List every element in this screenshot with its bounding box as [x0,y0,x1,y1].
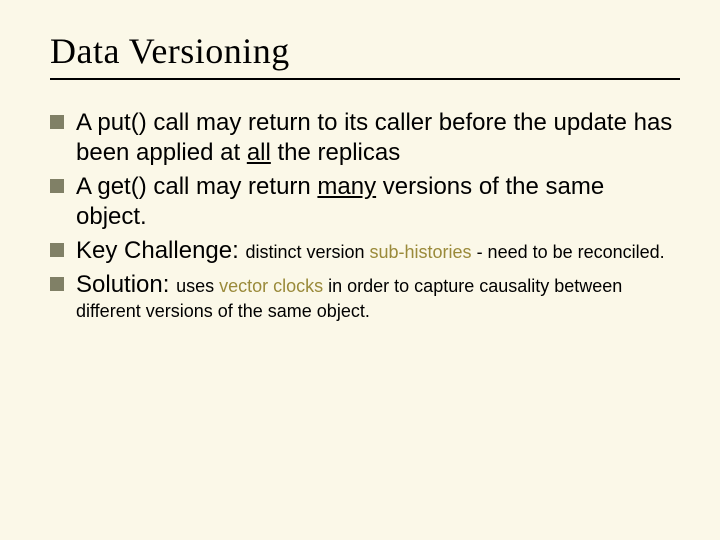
accent-text: sub-histories [370,242,472,262]
underlined-word: all [247,139,271,166]
bullet-item: Solution: uses vector clocks in order to… [50,270,680,323]
bullet-item: A get() call may return many versions of… [50,172,680,232]
bullet-item: A put() call may return to its caller be… [50,108,680,168]
bullet-subtext: distinct version sub-histories - need to… [245,242,664,262]
slide-title: Data Versioning [50,30,680,72]
accent-text: vector clocks [219,276,323,296]
bullet-item: Key Challenge: distinct version sub-hist… [50,236,680,266]
title-underline [50,78,680,80]
bullet-text: A get() call may return many versions of… [76,173,604,230]
bullet-label: Solution: [76,271,176,298]
underlined-word: many [317,173,376,200]
bullet-label: Key Challenge: [76,237,245,264]
bullet-text: A put() call may return to its caller be… [76,109,672,166]
slide: Data Versioning A put() call may return … [0,0,720,540]
bullet-list: A put() call may return to its caller be… [50,108,680,323]
